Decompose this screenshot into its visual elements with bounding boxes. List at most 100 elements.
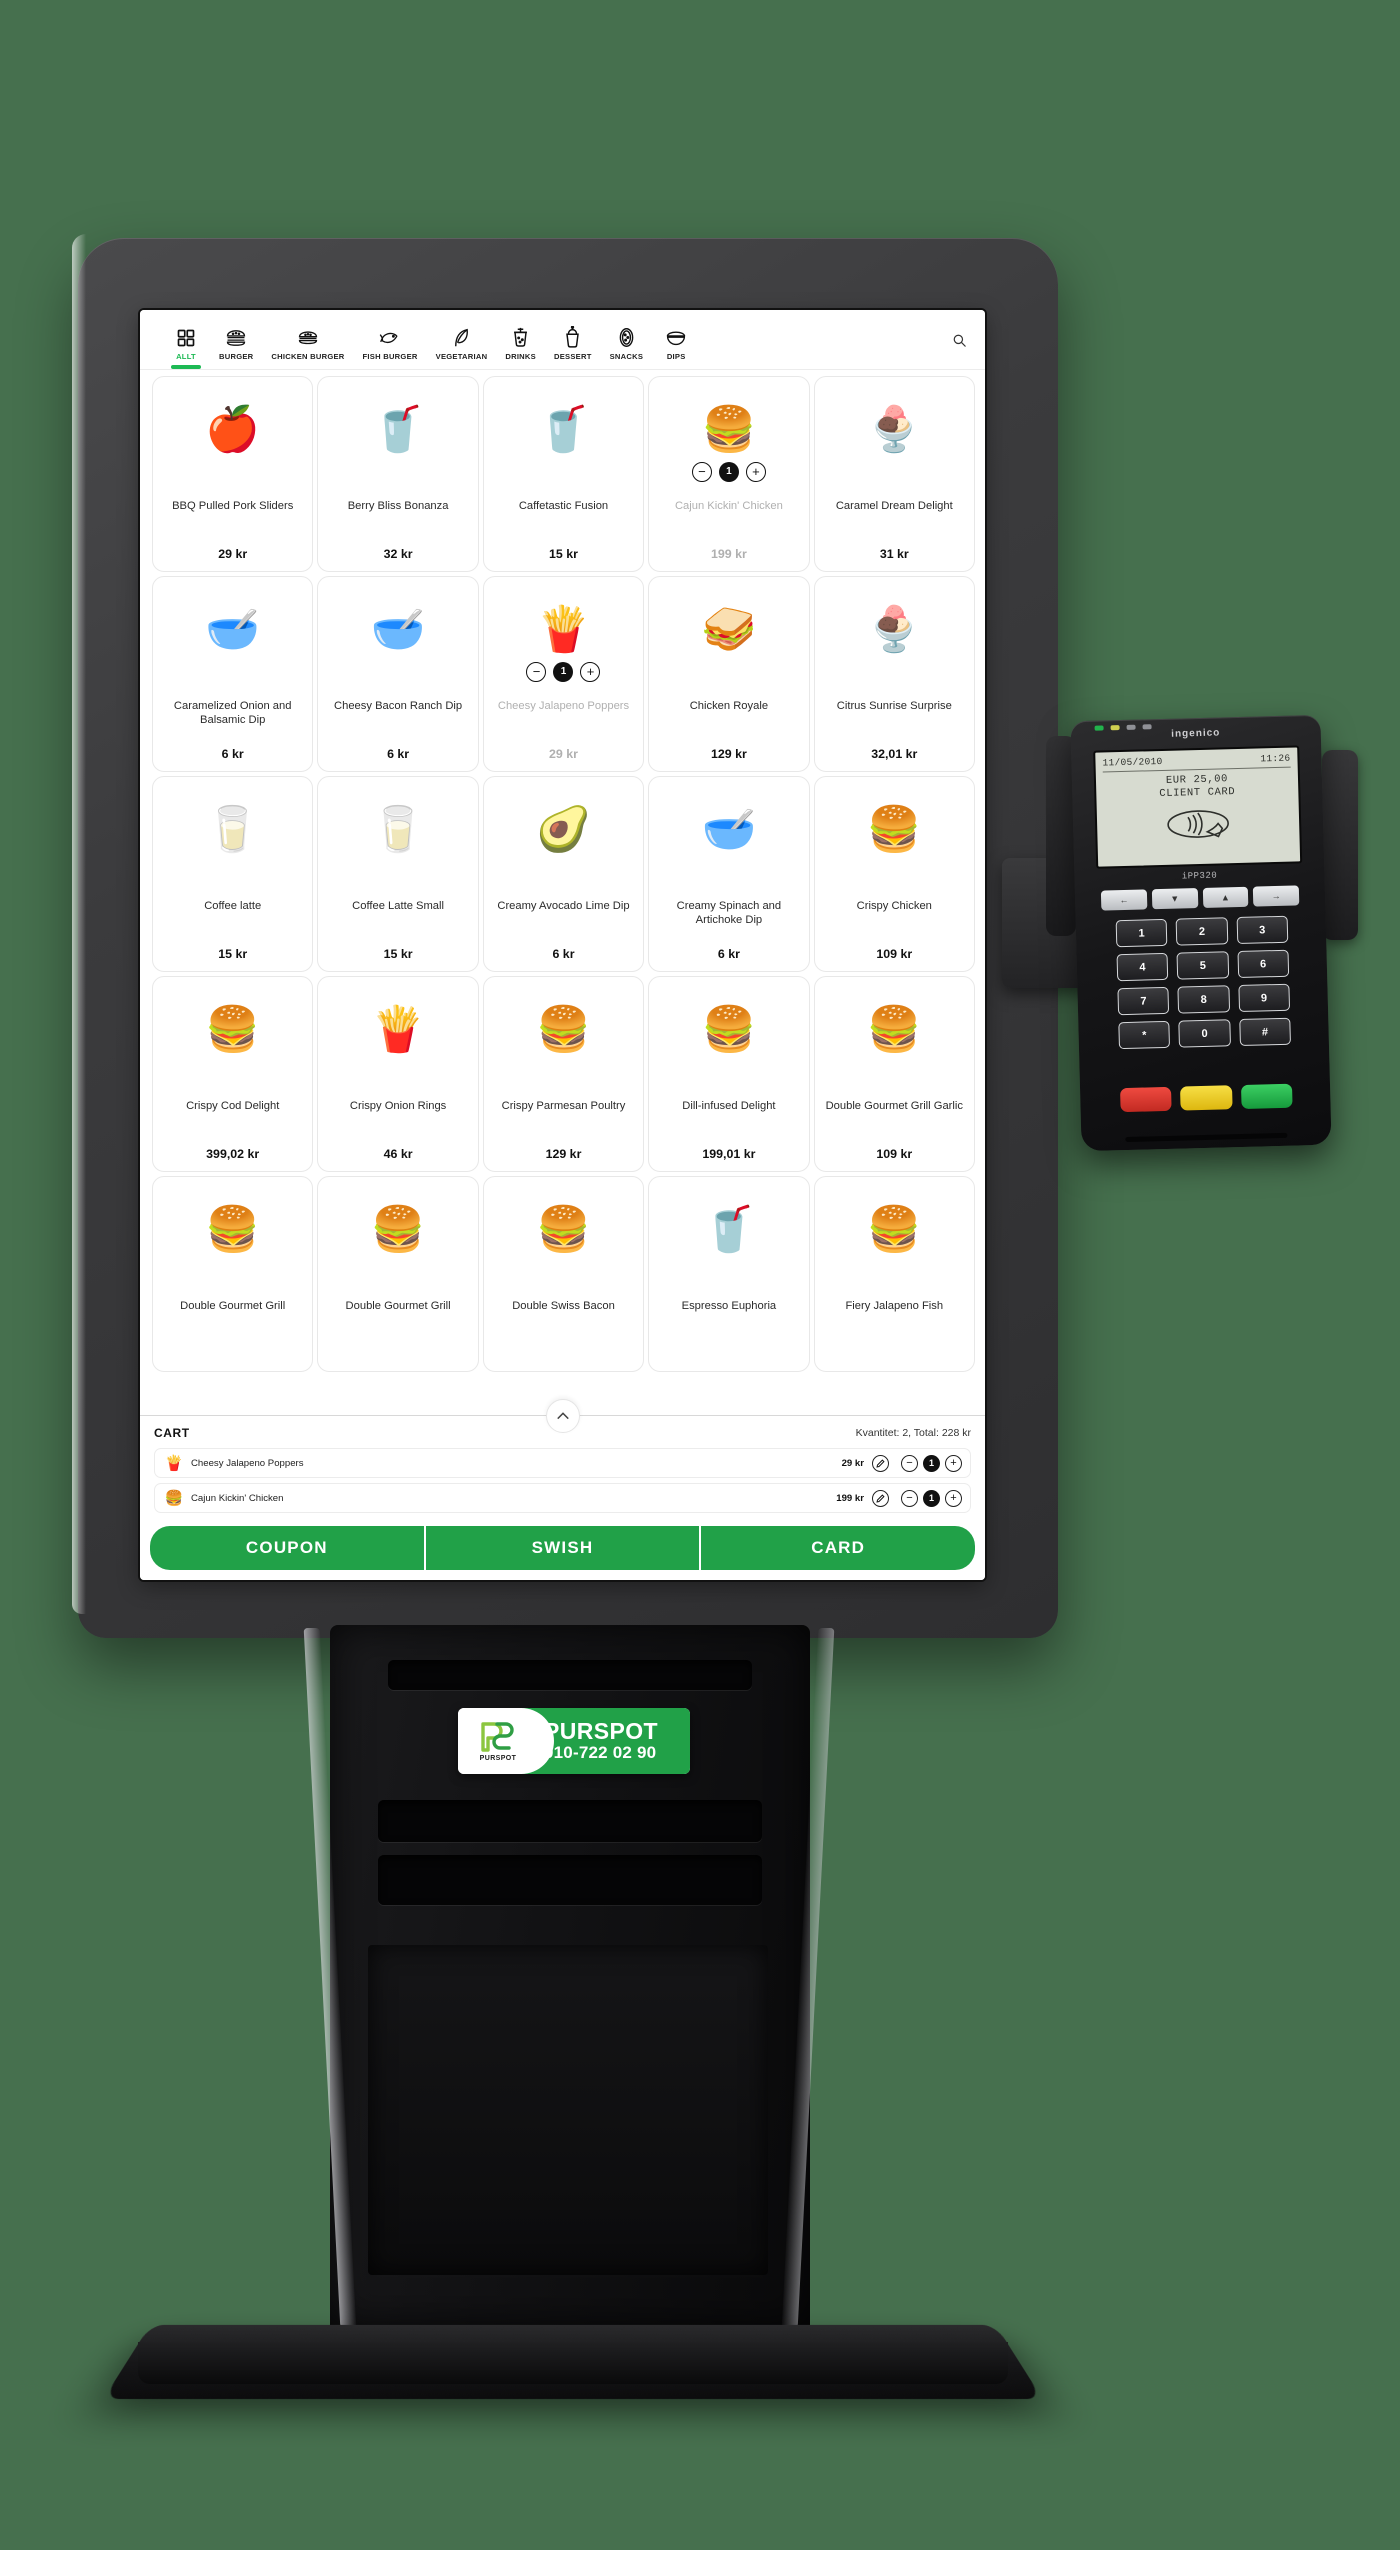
cart-increase-button[interactable]: +	[945, 1489, 962, 1507]
product-card[interactable]: 🍟 Crispy Onion Rings 46 kr	[317, 975, 479, 1172]
quantity-stepper: −1 +	[691, 461, 766, 482]
terminal-key[interactable]: 6	[1237, 949, 1290, 979]
increase-quantity-button[interactable]: +	[580, 661, 601, 682]
terminal-key[interactable]: *	[1118, 1020, 1171, 1050]
correct-key[interactable]	[1180, 1085, 1233, 1111]
terminal-key[interactable]: 3	[1236, 915, 1289, 945]
terminal-key[interactable]: 4	[1116, 952, 1169, 982]
product-card[interactable]: 🍔 Double Gourmet Grill Garlic 109 kr	[813, 975, 975, 1172]
tab-allt[interactable]: ALLT	[162, 322, 210, 369]
pencil-icon[interactable]	[872, 1489, 889, 1507]
decrease-quantity-button[interactable]: −	[691, 461, 712, 482]
product-card[interactable]: 🍔 Crispy Parmesan Poultry 129 kr	[482, 975, 645, 1172]
terminal-key[interactable]: 7	[1117, 986, 1170, 1016]
quantity-value: 1	[718, 461, 739, 482]
cart-item-row[interactable]: 🍟 Cheesy Jalapeno Poppers 29 kr −1 +	[154, 1448, 971, 1478]
confirm-key[interactable]	[1240, 1083, 1293, 1110]
increase-quantity-button[interactable]: +	[745, 461, 766, 482]
product-image: 🥣	[159, 587, 306, 673]
product-emoji: 🍔	[866, 1004, 922, 1054]
tab-vegetarian[interactable]: VEGETARIAN	[427, 322, 497, 369]
product-card[interactable]: 🥣 Caramelized Onion and Balsamic Dip 6 kr	[152, 575, 314, 772]
cart-item-row[interactable]: 🍔 Cajun Kickin' Chicken 199 kr −1 +	[154, 1483, 971, 1513]
product-image: 🥤	[324, 387, 471, 473]
terminal-key[interactable]: 8	[1177, 985, 1230, 1014]
terminal-body: ingenico 11/05/2010 11:26 EUR 25,00 CLIE…	[1070, 714, 1332, 1152]
product-image: 🥪	[655, 587, 802, 673]
product-name: Caramel Dream Delight	[835, 499, 953, 512]
cart-decrease-button[interactable]: −	[901, 1489, 918, 1507]
terminal-datetime-row: 11/05/2010 11:26	[1102, 753, 1290, 769]
card-button[interactable]: CARD	[701, 1526, 976, 1570]
product-card[interactable]: 🥪 Chicken Royale 129 kr	[648, 575, 810, 772]
cart-decrease-button[interactable]: −	[901, 1454, 918, 1472]
product-card[interactable]: 🍔 Double Swiss Bacon	[482, 1175, 645, 1372]
product-card[interactable]: 🍨 Caramel Dream Delight 31 kr	[813, 375, 975, 572]
receipt-slot-lower	[378, 1855, 762, 1905]
terminal-date: 11/05/2010	[1102, 755, 1163, 769]
terminal-key[interactable]: #	[1238, 1017, 1291, 1047]
product-card[interactable]: 🍔 −1 + Cajun Kickin' Chicken 199 kr	[648, 375, 810, 572]
tab-drinks[interactable]: DRINKS	[496, 322, 545, 369]
terminal-function-key[interactable]: ▼	[1151, 888, 1198, 910]
terminal-key[interactable]: 0	[1178, 1019, 1231, 1048]
terminal-function-key[interactable]: ▲	[1202, 886, 1249, 908]
cancel-key[interactable]	[1120, 1086, 1172, 1113]
product-price: 129 kr	[710, 746, 747, 761]
tab-label: BURGER	[219, 352, 254, 361]
product-card[interactable]: 🥣 Cheesy Bacon Ranch Dip 6 kr	[317, 575, 479, 772]
tab-fish-burger[interactable]: FISH BURGER	[354, 322, 427, 369]
product-card[interactable]: 🥛 Coffee Latte Small 15 kr	[317, 775, 479, 972]
tab-snacks[interactable]: SNACKS	[601, 322, 653, 369]
terminal-function-key[interactable]: ←	[1100, 889, 1148, 911]
decrease-quantity-button[interactable]: −	[526, 661, 547, 682]
swish-button[interactable]: SWISH	[425, 1526, 700, 1570]
product-image: 🍔	[324, 1187, 471, 1273]
product-image: 🍟 −1 +	[490, 587, 637, 682]
product-card[interactable]: 🥤 Espresso Euphoria	[648, 1175, 810, 1372]
product-card[interactable]: 🥑 Creamy Avocado Lime Dip 6 kr	[482, 775, 645, 972]
product-image: 🥤	[490, 387, 637, 473]
tab-dips[interactable]: DIPS	[652, 322, 700, 369]
product-card[interactable]: 🍟 −1 + Cheesy Jalapeno Poppers 29 kr	[482, 575, 645, 772]
product-price: 129 kr	[545, 1146, 582, 1161]
product-card[interactable]: 🍔 Fiery Jalapeno Fish	[813, 1175, 975, 1372]
terminal-control-keys	[1120, 1083, 1293, 1113]
tab-chicken-burger[interactable]: CHICKEN BURGER	[262, 322, 353, 369]
sundae-icon	[563, 322, 582, 348]
pencil-icon[interactable]	[872, 1454, 889, 1472]
product-name: Caffetastic Fusion	[518, 499, 609, 512]
product-card[interactable]: 🥤 Caffetastic Fusion 15 kr	[482, 375, 645, 572]
product-card[interactable]: 🥤 Berry Bliss Bonanza 32 kr	[317, 375, 479, 572]
product-emoji: 🥑	[536, 804, 591, 854]
product-grid-scroll[interactable]: 🍎 BBQ Pulled Pork Sliders 29 kr 🥤 Berry Blis…	[140, 369, 985, 1415]
chevron-up-icon[interactable]	[545, 1399, 580, 1433]
product-card[interactable]: 🍔 Dill-infused Delight 199,01 kr	[648, 975, 810, 1172]
payment-buttons: COUPON SWISH CARD	[140, 1518, 985, 1580]
terminal-key[interactable]: 2	[1175, 917, 1228, 946]
product-card[interactable]: 🍔 Double Gourmet Grill	[152, 1175, 314, 1372]
coupon-button[interactable]: COUPON	[150, 1526, 424, 1570]
product-image: 🥑	[490, 787, 637, 873]
product-card[interactable]: 🍔 Crispy Cod Delight 399,02 kr	[152, 975, 314, 1172]
product-card[interactable]: 🍔 Double Gourmet Grill	[317, 1175, 479, 1372]
cart-title: CART	[154, 1426, 190, 1440]
terminal-key[interactable]: 1	[1115, 918, 1168, 948]
cart-increase-button[interactable]: +	[945, 1454, 962, 1472]
tab-dessert[interactable]: DESSERT	[545, 322, 601, 369]
terminal-function-key[interactable]: →	[1253, 885, 1300, 907]
terminal-key[interactable]: 5	[1176, 951, 1229, 980]
tab-label: DIPS	[666, 352, 686, 361]
search-icon[interactable]	[952, 333, 967, 369]
terminal-card-slot	[1125, 1132, 1288, 1143]
product-card[interactable]: 🍨 Citrus Sunrise Surprise 32,01 kr	[813, 575, 975, 772]
product-card[interactable]: 🥣 Creamy Spinach and Artichoke Dip 6 kr	[648, 775, 810, 972]
product-name: Double Gourmet Grill	[180, 1299, 286, 1312]
product-card[interactable]: 🍔 Crispy Chicken 109 kr	[813, 775, 975, 972]
product-emoji: 🍟	[536, 604, 591, 654]
product-card[interactable]: 🥛 Coffee latte 15 kr	[152, 775, 314, 972]
tab-burger[interactable]: BURGER	[210, 322, 262, 369]
product-emoji: 🍨	[866, 604, 922, 654]
terminal-key[interactable]: 9	[1238, 983, 1291, 1013]
product-card[interactable]: 🍎 BBQ Pulled Pork Sliders 29 kr	[152, 375, 314, 572]
